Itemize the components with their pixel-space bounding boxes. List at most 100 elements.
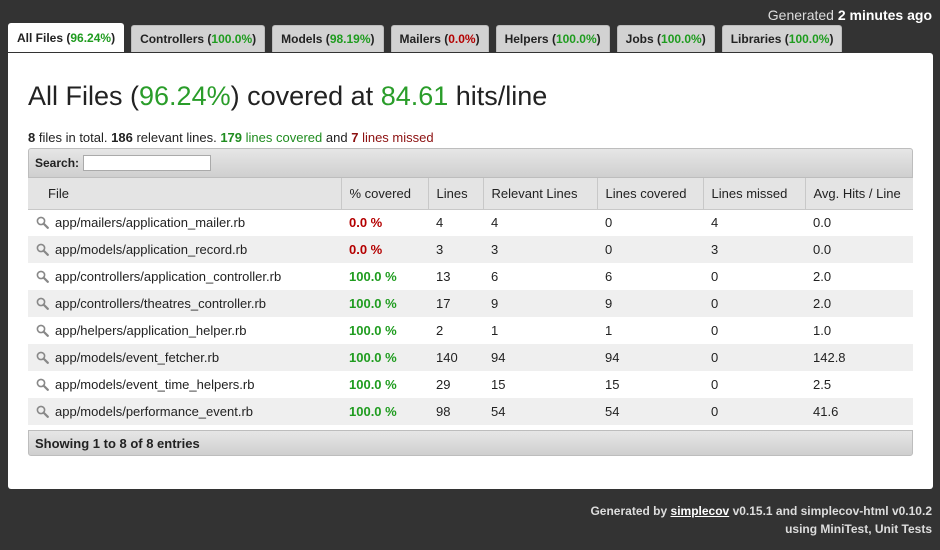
title-suffix: hits/line <box>455 81 548 111</box>
table-row: app/controllers/theatres_controller.rb 10… <box>28 290 913 317</box>
magnifier-icon <box>36 324 49 337</box>
lines-covered-cell: 0 <box>597 236 703 263</box>
lines-covered-cell: 6 <box>605 269 613 284</box>
lines-cell: 98 <box>428 398 483 425</box>
title-group: All Files <box>28 81 123 111</box>
column-header-lines-covered[interactable]: Lines covered <box>597 178 704 210</box>
avg-hits-cell: 2.5 <box>813 377 832 392</box>
content-panel: All Files (96.24%) covered at 84.61 hits… <box>8 53 933 489</box>
lines-missed-cell: 3 <box>703 236 805 263</box>
lines-cell: 3 <box>428 236 483 263</box>
tab-all-files[interactable]: All Files (96.24%) <box>8 23 125 52</box>
file-list-table: File% covered Lines Relevant Lines Lines co… <box>28 178 913 425</box>
avg-hits-cell: 0.0 <box>805 236 913 263</box>
file-link[interactable]: app/controllers/theatres_controller.rb <box>55 296 266 311</box>
magnifier-icon <box>36 243 49 256</box>
tab-coverage-pct: 96.24% <box>70 31 112 45</box>
lines-covered-cell: 54 <box>597 398 703 425</box>
lines-missed-cell: 0 <box>703 398 805 425</box>
lines-cell: 29 <box>436 377 451 392</box>
credits: Generated by simplecov v0.15.1 and simpl… <box>590 502 932 538</box>
search-bar: Search: <box>28 148 913 178</box>
lines-cell: 17 <box>428 290 483 317</box>
files-text: files in total. <box>38 130 108 145</box>
file-cell: app/controllers/application_controller.r… <box>28 263 341 290</box>
relevant-lines-cell: 4 <box>491 215 499 231</box>
credits-using: using MiniTest, Unit Tests <box>785 522 932 536</box>
magnifier-icon <box>36 351 49 364</box>
file-link[interactable]: app/models/event_fetcher.rb <box>55 350 219 365</box>
generated-prefix: Generated <box>767 7 834 23</box>
tab-coverage-pct: 98.19% <box>329 32 371 46</box>
generated-time: 2 minutes ago <box>837 7 932 23</box>
title-coverage-pct: 96.24% <box>139 81 231 111</box>
avg-hits-cell: 0.0 <box>813 215 832 231</box>
tab-controllers[interactable]: Controllers (100.0%) <box>131 25 266 52</box>
lines-cell: 140 <box>428 344 483 371</box>
magnifier-icon <box>36 297 49 310</box>
simplecov-link[interactable]: simplecov <box>671 504 730 518</box>
missed-count: 7 <box>351 130 359 145</box>
coverage-pct-cell: 100.0 % <box>349 323 397 338</box>
tab-models[interactable]: Models (98.19%) <box>272 25 384 52</box>
file-link[interactable]: app/models/performance_event.rb <box>55 404 253 419</box>
tab-label: Models <box>281 32 323 46</box>
tab-coverage-pct: 100.0% <box>661 32 702 46</box>
tab-jobs[interactable]: Jobs (100.0%) <box>616 25 715 52</box>
coverage-pct-cell: 0.0 % <box>349 215 383 231</box>
relevant-lines-cell: 15 <box>491 377 506 392</box>
file-link[interactable]: app/models/application_record.rb <box>55 242 247 257</box>
lines-cell: 13 <box>436 269 451 284</box>
table-row: app/models/application_record.rb 0.0 % 3 3 0… <box>28 236 913 263</box>
lines-covered-cell: 94 <box>597 344 703 371</box>
lines-covered-cell: 9 <box>597 290 703 317</box>
group-tabs: All Files (96.24%) Controllers (100.0%) Mo… <box>8 23 849 52</box>
lines-missed-cell: 0 <box>711 323 719 338</box>
search-input[interactable] <box>83 155 212 171</box>
credits-version: v0.15.1 and simplecov-html v0.10.2 <box>732 504 932 518</box>
file-cell: app/models/performance_event.rb <box>28 398 341 425</box>
file-cell: app/helpers/application_helper.rb <box>28 317 341 344</box>
magnifier-icon <box>36 405 49 418</box>
column-header-covered[interactable]: % covered <box>341 178 429 210</box>
tab-coverage-pct: 100.0% <box>211 32 253 46</box>
tab-label: Libraries <box>730 32 782 46</box>
avg-hits-cell: 41.6 <box>805 398 913 425</box>
lines-covered-cell: 0 <box>605 215 613 231</box>
file-link[interactable]: app/helpers/application_helper.rb <box>55 323 247 338</box>
file-link[interactable]: app/mailers/application_mailer.rb <box>55 215 245 230</box>
generated-timestamp: Generated 2 minutes ago <box>768 7 932 23</box>
table-row: app/helpers/application_helper.rb 100.0 %… <box>28 317 913 344</box>
tab-label: Jobs <box>625 32 654 46</box>
credits-generated-by: Generated by <box>590 504 668 518</box>
file-cell: app/models/application_record.rb <box>28 236 341 263</box>
column-header-lines-missed[interactable]: Lines missed <box>703 178 806 210</box>
file-list-table-wrapper: Search: File% covered Lines Relevant Lines… <box>28 148 913 456</box>
relevant-lines-cell: 1 <box>491 323 499 338</box>
tab-mailers[interactable]: Mailers (0.0%) <box>390 25 489 52</box>
magnifier-icon <box>36 270 49 283</box>
tab-label: All Files <box>17 31 64 45</box>
tab-helpers[interactable]: Helpers (100.0%) <box>495 25 610 52</box>
tab-label: Mailers <box>399 32 441 46</box>
coverage-pct-cell: 100.0 % <box>341 398 428 425</box>
file-link[interactable]: app/controllers/application_controller.r… <box>55 269 281 284</box>
relevant-lines-cell: 6 <box>491 269 499 284</box>
coverage-pct-cell: 100.0 % <box>349 269 397 284</box>
avg-hits-cell: 1.0 <box>813 323 832 338</box>
avg-hits-cell: 142.8 <box>805 344 913 371</box>
avg-hits-cell: 2.0 <box>813 269 832 284</box>
column-header-relevant-lines[interactable]: Relevant Lines <box>483 178 598 210</box>
column-header-avg-hits-line[interactable]: Avg. Hits / Line <box>805 178 913 210</box>
tab-libraries[interactable]: Libraries (100.0%) <box>721 25 843 52</box>
file-link[interactable]: app/models/event_time_helpers.rb <box>55 377 254 392</box>
covered-count: 179 <box>220 130 243 145</box>
table-row: app/models/event_fetcher.rb 100.0 % 140 94 9… <box>28 344 913 371</box>
lines-covered-cell: 1 <box>605 323 613 338</box>
table-header-row: File% covered Lines Relevant Lines Lines co… <box>28 178 913 210</box>
lines-covered-cell: 15 <box>605 377 620 392</box>
column-header-lines[interactable]: Lines <box>428 178 484 210</box>
covered-text: lines covered <box>245 130 323 145</box>
column-header-file[interactable]: File <box>28 178 342 210</box>
relevant-lines-cell: 3 <box>483 236 597 263</box>
